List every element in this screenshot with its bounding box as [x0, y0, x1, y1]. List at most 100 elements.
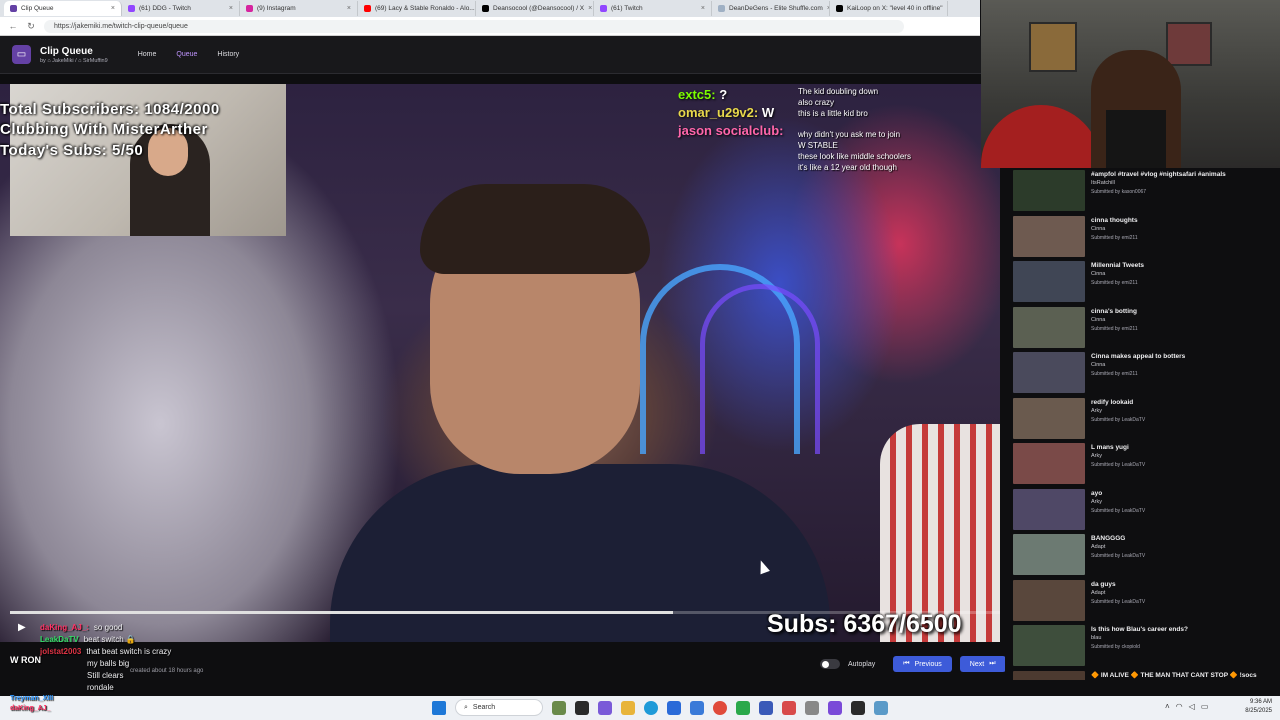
- nav-history[interactable]: History: [207, 51, 249, 58]
- clip-title: Cinna makes appeal to botters: [1091, 353, 1186, 360]
- close-tab-icon[interactable]: ×: [947, 5, 948, 12]
- clip-submitter: Submitted by emi211: [1091, 280, 1138, 286]
- app-icon[interactable]: [851, 700, 865, 715]
- store-icon[interactable]: [667, 700, 681, 715]
- chevron-up-icon[interactable]: ˄: [1165, 702, 1170, 711]
- windows-start-icon[interactable]: [432, 700, 446, 715]
- nav-home[interactable]: Home: [128, 51, 167, 58]
- browser-tab[interactable]: DeanDeGens - Elite Shuffle.com×: [712, 1, 830, 16]
- wifi-icon[interactable]: ◠: [1176, 702, 1183, 711]
- queue-item[interactable]: Cinna makes appeal to botters Cinna Submit…: [1005, 350, 1280, 396]
- queue-item[interactable]: cinna thoughts Cinna Submitted by emi211: [1005, 214, 1280, 260]
- queue-item[interactable]: da guys Adapt Submitted by LeakDaTV: [1005, 578, 1280, 624]
- clip-info: BANGGGG Adapt Submitted by LeakDaTV: [1091, 534, 1271, 561]
- task-view-icon[interactable]: [575, 700, 589, 715]
- app-icon[interactable]: [828, 700, 842, 715]
- chat-message: daKing_AJ_: [10, 704, 58, 714]
- clip-thumbnail: [1013, 215, 1085, 257]
- bottom-chat-overlay: daKing_AJ_: so good LeakDaTV beat switch 🔒…: [40, 622, 340, 694]
- browser-tab[interactable]: Deansocool (@Deansocool) / X ×: [476, 1, 594, 16]
- queue-item[interactable]: #ampfol #travel #vlog #nightsafari #anim…: [1005, 168, 1280, 214]
- app-icon[interactable]: [759, 700, 773, 715]
- app-title[interactable]: Clip Queue: [40, 46, 108, 57]
- app-icon[interactable]: [736, 700, 750, 715]
- tab-favicon-icon: [364, 5, 371, 12]
- tab-favicon-icon: [836, 5, 843, 12]
- system-tray: ˄ ◠ ◁ ▭: [1165, 702, 1208, 711]
- back-arrow-icon[interactable]: ←: [8, 21, 18, 31]
- url-field[interactable]: https://jakemiki.me/twitch-clip-queue/qu…: [44, 19, 904, 33]
- next-button[interactable]: Next ⏭: [959, 656, 1006, 672]
- queue-item[interactable]: ayo Arky Submitted by LeakDaTV: [1005, 487, 1280, 533]
- browser-tab[interactable]: (9) Instagram ×: [240, 1, 358, 16]
- chat-message: it's like a 12 year old though: [798, 163, 897, 172]
- tab-label: (61) Twitch: [611, 5, 643, 12]
- taskbar-clock[interactable]: 9:36 AM 8/25/2025: [1245, 698, 1272, 716]
- queue-item[interactable]: 🔶 IM ALIVE 🔶 THE MAN THAT CANT STOP 🔶 !s…: [1005, 669, 1280, 680]
- battery-icon[interactable]: ▭: [1201, 702, 1209, 711]
- close-tab-icon[interactable]: ×: [347, 5, 351, 12]
- clip-info: cinna's botting Cinna Submitted by emi211: [1091, 307, 1271, 334]
- browser-tab[interactable]: (61) Twitch ×: [594, 1, 712, 16]
- app-header: ▭ Clip Queue by ⌂ JakeMiki / ⌂ SirMuffin…: [0, 36, 1005, 74]
- taskbar-apps: ⌕ Search: [432, 699, 888, 716]
- queue-item[interactable]: cinna's botting Cinna Submitted by emi211: [1005, 305, 1280, 351]
- app-icon[interactable]: [874, 700, 888, 715]
- queue-item[interactable]: L mans yugi Arky Submitted by LeakDaTV: [1005, 441, 1280, 487]
- queue-item[interactable]: redify lookaid Arky Submitted by LeakDaTV: [1005, 396, 1280, 442]
- queue-item[interactable]: Is this how Blau's career ends? blau Submi…: [1005, 623, 1280, 669]
- app-icon[interactable]: [782, 700, 796, 715]
- taskbar-search[interactable]: ⌕ Search: [455, 699, 543, 716]
- close-tab-icon[interactable]: ×: [701, 5, 705, 12]
- clip-title: 🔶 IM ALIVE 🔶 THE MAN THAT CANT STOP 🔶 !s…: [1091, 671, 1257, 679]
- browser-tab[interactable]: (61) DDG - Twitch ×: [122, 1, 240, 16]
- settings-icon[interactable]: [805, 700, 819, 715]
- clip-submitter: Submitted by LeakDaTV: [1091, 462, 1146, 468]
- previous-label: Previous: [914, 660, 942, 668]
- chat-text: W: [761, 105, 775, 120]
- widgets-icon[interactable]: [552, 700, 566, 715]
- volume-icon[interactable]: ◁: [1189, 702, 1195, 711]
- next-label: Next: [969, 660, 985, 668]
- chat-username: Treyman_XIII: [10, 695, 54, 702]
- chat-message: why didn't you ask me to join: [798, 130, 901, 139]
- chat-message: also crazy: [798, 98, 835, 107]
- clip-submitter: Submitted by LeakDaTV: [1091, 507, 1146, 514]
- close-tab-icon[interactable]: ×: [229, 5, 233, 12]
- chat-text: that beat switch is crazy: [86, 647, 172, 656]
- file-explorer-icon[interactable]: [621, 700, 635, 715]
- edge-icon[interactable]: [644, 700, 658, 715]
- browser-tab[interactable]: KaiLoop on X: "level 40 in offline" ×: [830, 1, 948, 16]
- clip-info: cinna thoughts Cinna Submitted by emi211: [1091, 216, 1271, 243]
- red-chair: [981, 105, 1101, 168]
- chat-message: W STABLE: [798, 141, 838, 150]
- video-progress-bar[interactable]: [10, 611, 1000, 614]
- chrome-icon[interactable]: [713, 700, 727, 715]
- reload-icon[interactable]: ↻: [26, 21, 36, 32]
- clip-thumbnail: [1013, 306, 1085, 348]
- nav-queue[interactable]: Queue: [166, 51, 207, 58]
- autoplay-label: Autoplay: [848, 660, 876, 668]
- close-tab-icon[interactable]: ×: [588, 5, 592, 12]
- tab-label: (61) DDG - Twitch: [139, 5, 191, 12]
- previous-button[interactable]: ⏮ Previous: [893, 656, 952, 672]
- queue-item[interactable]: Millennial Tweets Cinna Submitted by emi21…: [1005, 259, 1280, 305]
- browser-tab[interactable]: (69) Lacy & Stable Ronaldo - Alo...×: [358, 1, 476, 16]
- queue-item[interactable]: BANGGGG Adapt Submitted by LeakDaTV: [1005, 532, 1280, 578]
- clubbing-text: Clubbing With MisterArther: [0, 121, 208, 138]
- total-subs-text: Total Subscribers: 1084/2000: [0, 101, 220, 118]
- clip-submitter: Submitted by emi211: [1091, 371, 1138, 377]
- chat-username: LeakDaTV: [40, 635, 79, 644]
- tab-label: DeanDeGens - Elite Shuffle.com: [729, 5, 823, 12]
- autoplay-toggle[interactable]: [820, 659, 840, 669]
- close-tab-icon[interactable]: ×: [111, 5, 115, 12]
- browser-tab[interactable]: Clip Queue ×: [4, 1, 122, 16]
- play-icon[interactable]: ▶: [18, 622, 26, 633]
- app-icon[interactable]: [690, 700, 704, 715]
- clip-channel: Cinna: [1091, 225, 1106, 232]
- clip-thumbnail: [1013, 670, 1085, 680]
- app-icon[interactable]: [598, 700, 612, 715]
- clip-title: BANGGGG: [1091, 535, 1126, 542]
- clip-channel: Adapt: [1091, 544, 1106, 550]
- clock-date: 8/25/2025: [1245, 708, 1272, 714]
